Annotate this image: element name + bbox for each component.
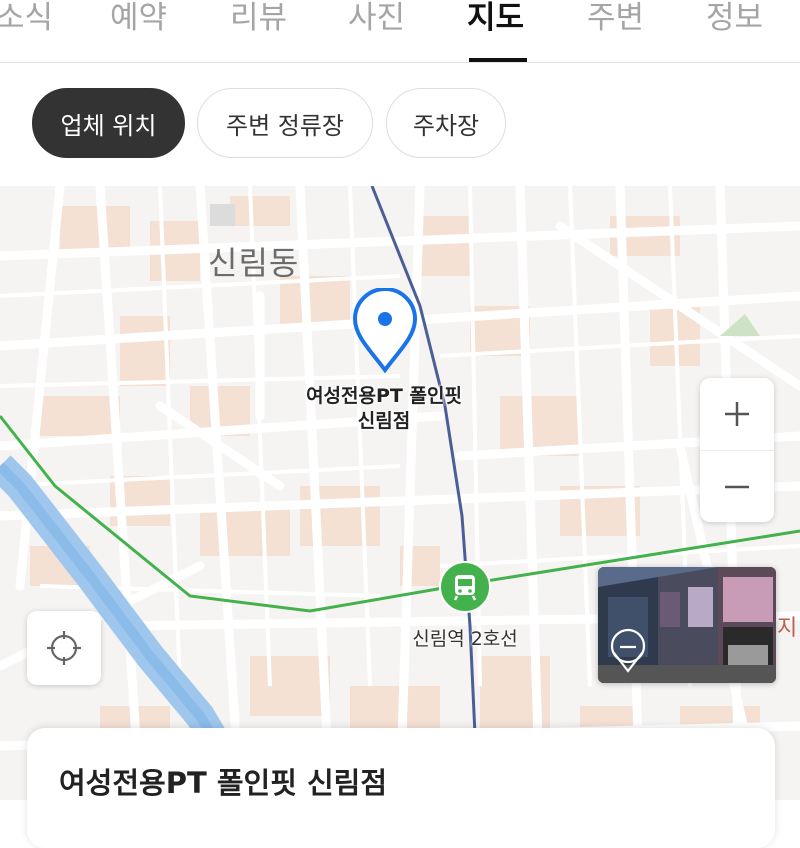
street-view-thumbnail[interactable] <box>598 567 776 683</box>
current-location-button[interactable] <box>27 611 101 685</box>
tab-news[interactable]: 소식 <box>0 0 53 37</box>
tab-reviews[interactable]: 리뷰 <box>230 0 287 37</box>
chip-parking[interactable]: 주차장 <box>386 88 506 158</box>
place-title: 여성전용PT 폴인핏 신림점 <box>59 766 388 800</box>
crosshair-icon <box>47 631 81 665</box>
map-view[interactable]: 신림동 여성전용PT 폴인핏 신림점 신림역 2호선 지 <box>0 186 800 800</box>
tab-reservation[interactable]: 예약 <box>110 0 167 37</box>
area-label: 신림동 <box>208 244 300 282</box>
zoom-in-button[interactable] <box>700 378 774 450</box>
chip-nearby-bus-stops[interactable]: 주변 정류장 <box>197 88 373 158</box>
place-label-line2: 신림점 <box>357 410 411 432</box>
chip-business-location[interactable]: 업체 위치 <box>32 88 185 158</box>
map-edge-label: 지 <box>777 616 798 641</box>
place-info-card[interactable]: 여성전용PT 폴인핏 신림점 <box>27 728 775 848</box>
zoom-controls <box>700 378 774 522</box>
tab-nearby[interactable]: 주변 <box>587 0 644 37</box>
tab-info[interactable]: 정보 <box>706 0 763 37</box>
place-label-line1: 여성전용PT 폴인핏 <box>306 385 462 407</box>
map-filter-chips: 업체 위치 주변 정류장 주차장 <box>0 63 800 186</box>
minus-icon <box>725 485 749 489</box>
map-base-layer <box>0 186 800 800</box>
tab-map[interactable]: 지도 <box>467 0 524 37</box>
plus-icon <box>725 402 749 426</box>
active-tab-indicator <box>469 58 527 62</box>
location-pin-icon[interactable] <box>352 287 418 378</box>
tab-bar: 소식 예약 리뷰 사진 지도 주변 정보 <box>0 0 800 63</box>
station-label: 신림역 2호선 <box>412 628 518 650</box>
zoom-out-button[interactable] <box>700 451 774 523</box>
place-label[interactable]: 여성전용PT 폴인핏 신림점 <box>270 384 498 434</box>
subway-station-icon[interactable] <box>438 560 492 618</box>
tab-photos[interactable]: 사진 <box>348 0 405 37</box>
